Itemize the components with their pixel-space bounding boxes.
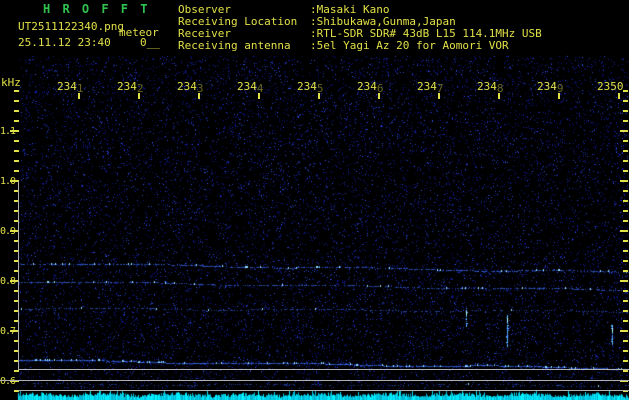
freq-tick-right	[623, 100, 628, 102]
freq-tick-right	[623, 340, 628, 342]
time-label: 2347	[417, 81, 444, 92]
freq-tick-left	[10, 130, 19, 132]
info-value: :Shibukawa,Gunma,Japan	[310, 16, 456, 27]
freq-tick-right	[623, 140, 628, 142]
freq-tick-right	[623, 170, 628, 172]
plot-bottom-border	[18, 369, 629, 370]
freq-tick-right	[623, 350, 628, 352]
plot-left-border	[18, 181, 19, 370]
info-value: :Masaki Kano	[310, 4, 389, 15]
hrofft-spectrogram-output: H R O F F T UT2511122340.png meteor 25.1…	[0, 0, 629, 400]
freq-tick-right	[623, 270, 628, 272]
time-tick	[438, 93, 440, 99]
time-tick	[318, 93, 320, 99]
time-label: 2350	[597, 81, 624, 92]
freq-tick-left	[14, 120, 19, 122]
freq-tick-left	[14, 160, 19, 162]
time-label: 2342	[117, 81, 144, 92]
freq-tick-right	[623, 370, 628, 372]
app-title: H R O F F T	[43, 4, 150, 15]
spectrogram-canvas	[0, 0, 629, 400]
time-label: 2343	[177, 81, 204, 92]
freq-tick-right	[623, 210, 628, 212]
freq-tick-right	[620, 230, 628, 232]
freq-tick-right	[623, 90, 628, 92]
freq-tick-right	[620, 130, 628, 132]
freq-tick-right	[623, 260, 628, 262]
freq-tick-right	[623, 150, 628, 152]
time-label: 2341	[57, 81, 84, 92]
time-tick	[378, 93, 380, 99]
time-tick	[618, 93, 620, 99]
time-tick	[258, 93, 260, 99]
output-filename: UT2511122340.png	[18, 21, 124, 32]
freq-tick-right	[623, 250, 628, 252]
time-tick	[498, 93, 500, 99]
freq-tick-left	[14, 110, 19, 112]
time-label: 2348	[477, 81, 504, 92]
observation-datetime: 25.11.12 23:40	[18, 37, 111, 48]
freq-tick-right	[620, 180, 628, 182]
time-label: 2349	[537, 81, 564, 92]
freq-axis-unit: kHz	[1, 77, 21, 88]
grid-line-0p6khz	[0, 380, 629, 381]
freq-tick-right	[623, 240, 628, 242]
freq-tick-left	[14, 150, 19, 152]
time-label: 2344	[237, 81, 264, 92]
freq-tick-right	[623, 310, 628, 312]
info-value: :RTL-SDR SDR# 43dB L15 114.1MHz USB	[310, 28, 542, 39]
level-strip-border	[18, 390, 629, 391]
info-label: Receiving antenna	[178, 40, 291, 51]
freq-tick-right	[620, 280, 628, 282]
time-label: 2346	[357, 81, 384, 92]
freq-tick-right	[623, 110, 628, 112]
freq-tick-right	[623, 160, 628, 162]
time-tick	[198, 93, 200, 99]
freq-tick-right	[623, 290, 628, 292]
time-tick	[558, 93, 560, 99]
freq-tick-left	[14, 90, 19, 92]
freq-tick-left	[14, 370, 19, 372]
info-value: :5el Yagi Az 20 for Aomori VOR	[310, 40, 509, 51]
time-label: 2345	[297, 81, 324, 92]
info-label: Observer	[178, 4, 231, 15]
info-label: Receiving Location	[178, 16, 297, 27]
freq-tick-right	[623, 220, 628, 222]
freq-tick-left	[14, 170, 19, 172]
freq-tick-left	[14, 140, 19, 142]
freq-tick-right	[623, 200, 628, 202]
freq-tick-right	[623, 120, 628, 122]
time-tick	[138, 93, 140, 99]
freq-tick-right	[623, 320, 628, 322]
freq-tick-right	[620, 330, 628, 332]
time-tick	[78, 93, 80, 99]
freq-tick-right	[623, 190, 628, 192]
freq-tick-left	[14, 100, 19, 102]
freq-tick-right	[623, 300, 628, 302]
info-label: Receiver	[178, 28, 231, 39]
freq-tick-right	[623, 360, 628, 362]
echo-counter: 0__	[140, 37, 160, 48]
